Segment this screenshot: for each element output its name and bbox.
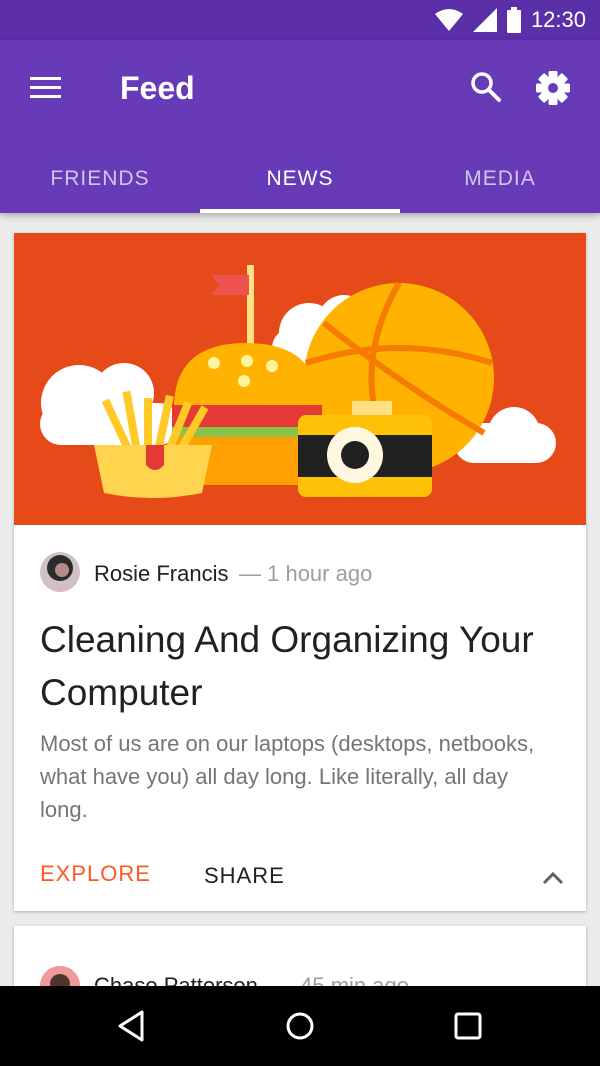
- back-button[interactable]: [114, 1008, 150, 1044]
- tab-friends[interactable]: FRIENDS: [0, 144, 200, 213]
- article-headline[interactable]: Cleaning And Organizing Your Computer: [40, 613, 560, 719]
- back-icon: [118, 1010, 144, 1042]
- status-time: 12:30: [530, 7, 586, 32]
- status-bar: 12:30: [0, 0, 600, 40]
- signal-icon: [472, 8, 497, 32]
- tab-bar: FRIENDS NEWS MEDIA: [0, 144, 600, 213]
- share-button[interactable]: SHARE: [204, 863, 285, 889]
- tab-news[interactable]: NEWS: [200, 144, 400, 213]
- home-button[interactable]: [282, 1008, 318, 1044]
- tab-media[interactable]: MEDIA: [400, 144, 600, 213]
- system-nav-bar: [0, 986, 600, 1066]
- chevron-up-icon: [542, 871, 564, 885]
- page-title: Feed: [120, 70, 195, 106]
- menu-button[interactable]: [26, 68, 66, 108]
- avatar-photo: [40, 552, 80, 592]
- explore-button[interactable]: EXPLORE: [40, 861, 151, 887]
- food-illustration: [40, 265, 556, 498]
- collapse-button[interactable]: [540, 865, 566, 891]
- search-button[interactable]: [466, 67, 506, 107]
- app-bar: Feed FRIENDS NEWS MEDIA: [0, 40, 600, 213]
- article-excerpt: Most of us are on our laptops (desktops,…: [40, 731, 535, 822]
- recents-button[interactable]: [450, 1008, 486, 1044]
- post-time: — 1 hour ago: [239, 561, 373, 586]
- battery-icon: [506, 7, 521, 33]
- wifi-icon: [434, 9, 463, 31]
- avatar[interactable]: [40, 552, 80, 592]
- news-card: Rosie Francis — 1 hour ago Cleaning And …: [14, 233, 586, 911]
- settings-button[interactable]: [532, 67, 574, 109]
- author-name[interactable]: Rosie Francis: [94, 560, 228, 588]
- search-icon: [471, 72, 501, 102]
- recents-icon: [454, 1012, 482, 1040]
- menu-icon: [30, 77, 61, 98]
- card-hero-image: [14, 233, 586, 525]
- active-tab-indicator: [200, 209, 400, 213]
- home-icon: [286, 1012, 314, 1040]
- gear-icon: [536, 71, 570, 105]
